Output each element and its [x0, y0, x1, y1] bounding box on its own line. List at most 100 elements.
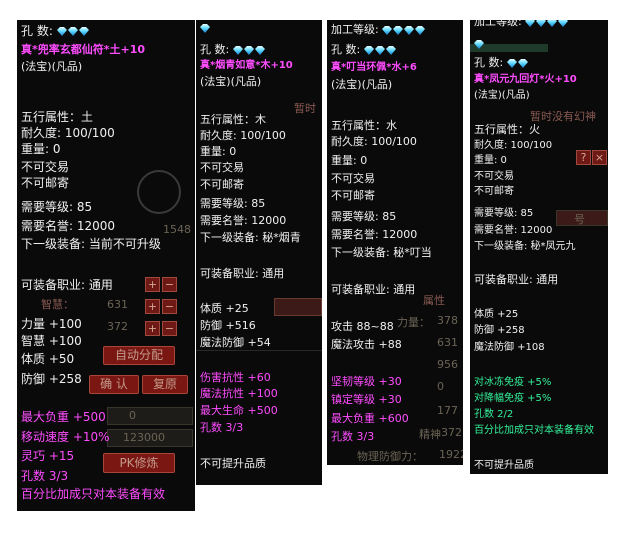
- equip-job: 可装备职业: 通用: [200, 267, 285, 280]
- gem-icon: [525, 20, 536, 27]
- stat-line: 体质 +25: [474, 309, 519, 320]
- gem-icon: [200, 24, 210, 33]
- bg-number-label: 号: [574, 213, 585, 226]
- bg-value-378: 378: [437, 314, 458, 327]
- bg-emblem: [137, 170, 181, 214]
- gem-icon: [393, 26, 404, 35]
- hole-count-row: 孔 数:: [21, 24, 90, 39]
- no-trade: 不可交易: [21, 160, 70, 174]
- tooltip-panel-4: 暂时没有幻神 ? × 号 加工等级: 孔 数: 真*凤元九回灯*火+10 (法宝…: [470, 20, 608, 474]
- item-category: (法宝)(凡品): [21, 60, 83, 73]
- extra-line: 移动速度 +10%: [21, 430, 110, 444]
- gem-icon: [67, 27, 78, 36]
- gem-icon: [506, 59, 517, 68]
- gem-top-row: [474, 36, 485, 51]
- extra-line: 对降幅免疫 +5%: [474, 393, 552, 404]
- bg-attr-label: 属性: [423, 294, 445, 307]
- tooltip-panel-1: 智慧： 631 372 1548 + − + − + − 自动分配 确 认 复原…: [17, 20, 195, 511]
- weight: 重量: 0: [331, 154, 368, 167]
- extra-line: 伤害抗性 +60: [200, 371, 271, 384]
- gem-icon: [385, 46, 396, 55]
- gem-icon: [558, 20, 569, 27]
- bg-spirit-label: 精神: [419, 428, 441, 441]
- gem-icon: [517, 59, 528, 68]
- bg-confirm-button: 确 认: [89, 375, 139, 394]
- no-mail: 不可邮寄: [21, 176, 70, 190]
- required-level: 需要等级: 85: [331, 210, 397, 223]
- gem-icon: [415, 26, 426, 35]
- equip-job: 可装备职业: 通用: [21, 278, 113, 292]
- stat-line: 防御 +258: [21, 372, 82, 386]
- element-attribute: 五行属性：木: [200, 113, 266, 126]
- bg-minus-button: −: [162, 299, 177, 314]
- bg-value-372: 372: [107, 320, 128, 333]
- extra-line: 最大负重 +600: [331, 412, 409, 425]
- stat-line: 力量 +100: [21, 317, 82, 331]
- stat-line: 体质 +50: [21, 352, 75, 366]
- bg-strength-label: 力量：: [397, 316, 430, 329]
- next-equipment: 下一级装备: 秘*烟青: [200, 231, 301, 244]
- bg-value-372: 372: [441, 426, 462, 439]
- bg-input-box: [107, 407, 193, 425]
- bg-divider: [196, 350, 322, 351]
- bg-minus-button: −: [162, 321, 177, 336]
- bg-reset-button: 复原: [142, 375, 188, 394]
- bg-question-button: ?: [576, 150, 591, 165]
- extra-line: 坚韧等级 +30: [331, 375, 402, 388]
- element-attribute: 五行属性：火: [474, 123, 540, 136]
- bg-value-956: 956: [437, 358, 458, 371]
- extra-line: 百分比加成只对本装备有效: [474, 425, 594, 436]
- bg-physdef-label: 物理防御力：: [357, 450, 423, 463]
- gem-icon: [232, 46, 243, 55]
- next-equipment: 下一级装备: 当前不可升级: [21, 237, 161, 251]
- stat-line: 攻击 88~88: [331, 320, 394, 333]
- item-name: 真*兜率玄都仙符*土+10: [21, 43, 146, 56]
- gem-icon: [374, 46, 385, 55]
- enhance-level-label: 加工等级:: [331, 23, 379, 36]
- stat-line: 体质 +25: [200, 302, 249, 315]
- next-equipment: 下一级装备: 秘*凤元九: [474, 241, 576, 252]
- bg-pk-button: PK修炼: [103, 453, 175, 473]
- item-category: (法宝)(凡品): [331, 78, 393, 91]
- stat-line: 防御 +516: [200, 319, 256, 332]
- item-name: 真*烟青如意*木+10: [200, 60, 293, 71]
- enhance-level-label: 加工等级:: [474, 20, 522, 28]
- gem-icon: [254, 46, 265, 55]
- stat-line: 魔法防御 +54: [200, 336, 271, 349]
- required-level: 需要等级: 85: [200, 197, 266, 210]
- no-mail: 不可邮寄: [200, 178, 244, 191]
- bg-value-1922: 1922: [439, 448, 463, 461]
- bg-plus-button: +: [145, 321, 160, 336]
- bg-value-631: 631: [107, 298, 128, 311]
- bg-value-1548: 1548: [163, 223, 191, 236]
- stat-line: 魔法攻击 +88: [331, 338, 402, 351]
- required-fame: 需要名誉: 12000: [331, 228, 418, 241]
- bg-value-123000: 123000: [123, 431, 165, 444]
- hole-count-row: 孔 数:: [474, 55, 529, 71]
- extra-line: 孔数 2/2: [474, 409, 514, 420]
- bg-strip: [274, 298, 322, 316]
- extra-line: 对冰冻免疫 +5%: [474, 377, 552, 388]
- item-name: 真*凤元九回灯*火+10: [474, 74, 577, 85]
- hole-count-label: 孔 数:: [200, 43, 230, 56]
- extra-line: 孔数 3/3: [200, 421, 244, 434]
- extra-line: 百分比加成只对本装备有效: [21, 487, 166, 501]
- no-trade: 不可交易: [474, 171, 514, 182]
- bg-auto-assign-button: 自动分配: [103, 346, 175, 365]
- gem-slots: [56, 24, 90, 39]
- gem-icon: [474, 40, 484, 49]
- gem-icon: [404, 26, 415, 35]
- equip-job: 可装备职业: 通用: [331, 283, 416, 296]
- gem-slots: [363, 43, 397, 58]
- extra-line: 最大负重 +500: [21, 410, 106, 424]
- required-level: 需要等级: 85: [21, 200, 93, 214]
- durability: 耐久度: 100/100: [21, 126, 115, 140]
- extra-line: 孔数 3/3: [21, 469, 69, 483]
- gem-slots: [506, 56, 529, 71]
- stat-line: 防御 +258: [474, 325, 525, 336]
- durability: 耐久度: 100/100: [200, 129, 286, 142]
- stat-line: 魔法防御 +108: [474, 342, 545, 353]
- extra-line: 镇定等级 +30: [331, 393, 402, 406]
- gem-icon: [363, 46, 374, 55]
- hole-count-row: 孔 数:: [331, 42, 397, 58]
